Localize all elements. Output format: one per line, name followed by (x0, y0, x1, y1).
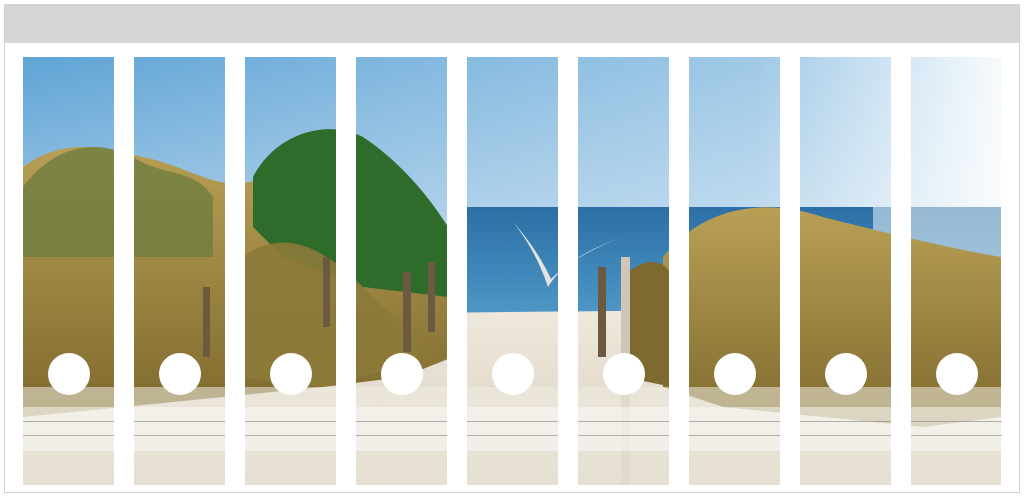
finger-hole-icon (825, 353, 867, 395)
finger-hole-icon (159, 353, 201, 395)
writing-line (467, 421, 558, 422)
writing-line (689, 421, 780, 422)
label-writing-field (356, 407, 447, 451)
writing-line (23, 435, 114, 436)
label-strip-2 (134, 57, 225, 485)
label-sheet (4, 4, 1020, 493)
label-writing-field (245, 407, 336, 451)
writing-line (467, 435, 558, 436)
writing-line (356, 421, 447, 422)
label-writing-field (134, 407, 225, 451)
label-strip-9 (911, 57, 1002, 485)
writing-line (356, 435, 447, 436)
writing-line (800, 435, 891, 436)
writing-line (245, 421, 336, 422)
label-strip-1 (23, 57, 114, 485)
label-strip-4 (356, 57, 447, 485)
finger-hole-icon (603, 353, 645, 395)
finger-hole-icon (492, 353, 534, 395)
label-writing-field (800, 407, 891, 451)
sheet-header-bar (5, 5, 1019, 43)
label-strip-8 (800, 57, 891, 485)
finger-hole-icon (381, 353, 423, 395)
writing-line (800, 421, 891, 422)
writing-line (134, 435, 225, 436)
finger-hole-icon (714, 353, 756, 395)
writing-line (911, 421, 1002, 422)
writing-line (134, 421, 225, 422)
writing-line (23, 421, 114, 422)
writing-line (578, 435, 669, 436)
writing-line (578, 421, 669, 422)
finger-hole-icon (48, 353, 90, 395)
writing-line (245, 435, 336, 436)
label-writing-field (578, 407, 669, 451)
label-writing-field (911, 407, 1002, 451)
label-writing-field (467, 407, 558, 451)
writing-line (689, 435, 780, 436)
label-strip-3 (245, 57, 336, 485)
label-strip-7 (689, 57, 780, 485)
label-writing-field (689, 407, 780, 451)
finger-hole-icon (270, 353, 312, 395)
writing-line (911, 435, 1002, 436)
label-strip-6 (578, 57, 669, 485)
label-strip-5 (467, 57, 558, 485)
finger-hole-icon (936, 353, 978, 395)
label-writing-field (23, 407, 114, 451)
